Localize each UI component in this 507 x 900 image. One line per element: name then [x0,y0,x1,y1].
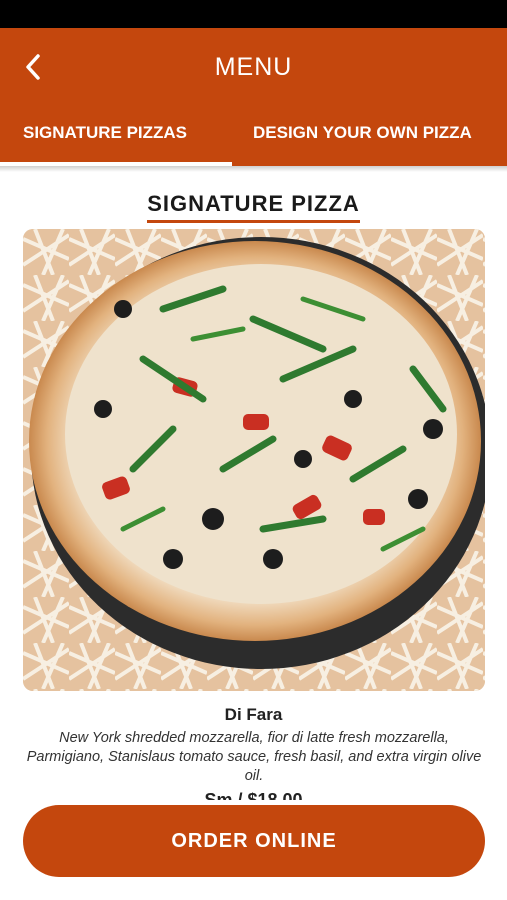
pizza-illustration [23,229,485,691]
status-bar [0,0,507,28]
item-description: New York shredded mozzarella, fior di la… [26,730,482,784]
section-title: SIGNATURE PIZZA [147,190,360,223]
page-title: MENU [214,53,293,81]
tab-signature-pizzas[interactable]: SIGNATURE PIZZAS [23,114,187,166]
header-shadow [0,166,507,172]
app-header: MENU SIGNATURE PIZZAS DESIGN YOUR OWN PI… [0,28,507,166]
pizza-image [23,229,485,691]
tab-bar: SIGNATURE PIZZAS DESIGN YOUR OWN PIZZA [0,114,507,166]
item-name: Di Fara [224,705,283,724]
section-heading: SIGNATURE PIZZA [0,190,507,223]
order-online-button[interactable]: ORDER ONLINE [23,805,485,877]
tab-design-your-own-pizza[interactable]: DESIGN YOUR OWN PIZZA [253,114,472,166]
